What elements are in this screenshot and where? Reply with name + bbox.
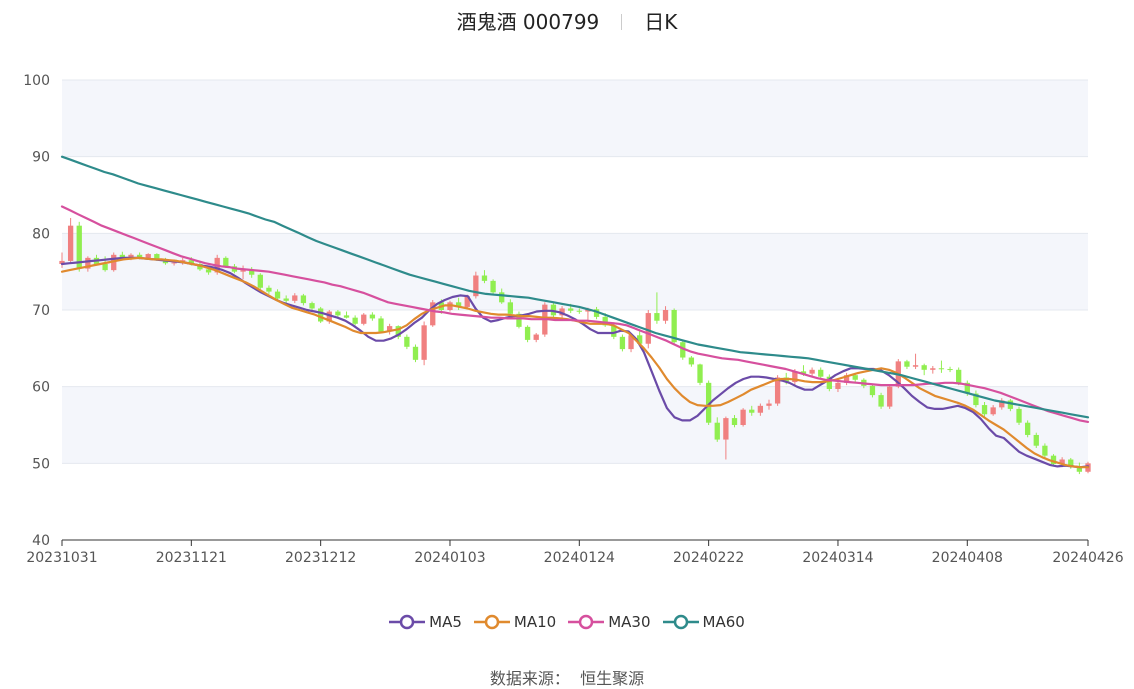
x-tick-label: 20240408 — [932, 550, 1003, 566]
candlestick-chart: 40 50 60 70 80 90 100 20231031 20231121 20231212 2… — [23, 73, 1123, 566]
candle-body — [688, 357, 695, 365]
legend-item-ma30[interactable]: MA30 — [568, 613, 651, 631]
x-tick-label: 20240103 — [414, 550, 485, 566]
candle-body — [352, 317, 358, 324]
candle-body — [766, 403, 772, 406]
x-tick-label: 20240314 — [802, 550, 873, 566]
candle-body — [740, 409, 746, 425]
candle-body — [619, 336, 626, 350]
candle-body — [412, 346, 419, 360]
candle-body — [499, 292, 505, 303]
candle-body — [1033, 434, 1039, 446]
y-tick-label: 80 — [32, 226, 50, 242]
candle-body — [749, 409, 755, 413]
candle-body — [904, 361, 910, 367]
candle-body — [507, 302, 513, 314]
candle-body — [274, 291, 281, 299]
candle-body — [697, 364, 703, 383]
candle-body — [283, 298, 289, 301]
legend-label: MA30 — [608, 613, 651, 631]
x-tick-label: 20231212 — [285, 550, 356, 566]
legend-item-ma10[interactable]: MA10 — [473, 613, 557, 631]
candle-body — [912, 365, 919, 367]
candle-body — [533, 334, 539, 340]
data-source-label: 数据来源： — [489, 669, 570, 688]
x-tick-label: 20231121 — [156, 550, 227, 566]
candle-body — [361, 314, 367, 324]
y-tick-label: 90 — [32, 150, 50, 166]
candle-body — [818, 369, 824, 377]
candle-body — [257, 274, 263, 288]
legend-marker-icon — [568, 614, 605, 630]
candle-body — [981, 405, 988, 415]
candle-body — [309, 303, 315, 309]
candle-body — [731, 418, 738, 425]
candle-body — [852, 375, 858, 380]
candle-body — [524, 326, 531, 340]
candle-body — [378, 318, 384, 332]
candle-body — [1016, 408, 1022, 423]
y-tick-label: 40 — [32, 533, 50, 549]
candle-body — [318, 308, 324, 322]
candle-body — [481, 275, 488, 281]
grid-band — [62, 80, 1088, 157]
candle-body — [930, 368, 936, 370]
candle-body — [757, 405, 764, 413]
candle-body — [421, 325, 427, 360]
candle-body — [990, 407, 996, 415]
data-source-value: 恒生聚源 — [580, 669, 645, 688]
candle-body — [809, 369, 815, 374]
candle-body — [774, 377, 781, 404]
candle-body — [956, 369, 962, 383]
y-tick-label: 100 — [23, 73, 50, 89]
y-tick-label: 50 — [32, 456, 50, 472]
candle-body — [947, 369, 953, 371]
x-tick-label: 20240222 — [673, 550, 744, 566]
candle-body — [1042, 445, 1048, 456]
candle-body — [938, 368, 945, 370]
candle-body — [223, 257, 229, 267]
candle-body — [335, 311, 341, 316]
candle-body — [645, 313, 651, 344]
x-tick-label: 20240426 — [1052, 550, 1123, 566]
y-tick-label: 60 — [32, 380, 50, 396]
candle-body — [887, 386, 893, 407]
candle-body — [300, 295, 307, 304]
candle-body — [266, 287, 272, 292]
candle-body — [869, 385, 876, 396]
candle-body — [490, 280, 496, 293]
legend-item-ma5[interactable]: MA5 — [389, 613, 462, 631]
candle-body — [67, 225, 74, 261]
x-tick-label: 20240124 — [544, 550, 615, 566]
candle-body — [714, 422, 720, 440]
legend-marker-icon — [473, 614, 510, 630]
candle-body — [723, 418, 729, 440]
candle-body — [1024, 422, 1031, 435]
candle-body — [878, 395, 884, 407]
candle-body — [662, 310, 669, 321]
legend-item-ma60[interactable]: MA60 — [662, 613, 745, 631]
data-source: 数据来源： 恒生聚源 — [0, 665, 1134, 689]
y-tick-label: 70 — [32, 303, 50, 319]
candle-body — [102, 264, 108, 271]
candle-body — [835, 382, 841, 389]
candle-body — [568, 308, 574, 311]
legend-label: MA5 — [429, 613, 462, 631]
grid-band — [62, 386, 1088, 464]
legend-marker-icon — [662, 614, 699, 630]
candle-body — [292, 295, 298, 301]
candle-body — [369, 314, 376, 319]
candle-body — [576, 310, 582, 312]
legend: MA5 MA10 MA30 MA60 — [0, 613, 1134, 634]
x-tick-label: 20231031 — [26, 550, 97, 566]
candle-body — [404, 336, 410, 347]
candle-body — [145, 254, 151, 258]
candle-body — [654, 313, 660, 321]
candle-body — [343, 315, 350, 318]
candle-body — [921, 365, 927, 370]
legend-marker-icon — [389, 614, 426, 630]
legend-label: MA60 — [702, 613, 745, 631]
legend-label: MA10 — [513, 613, 557, 631]
